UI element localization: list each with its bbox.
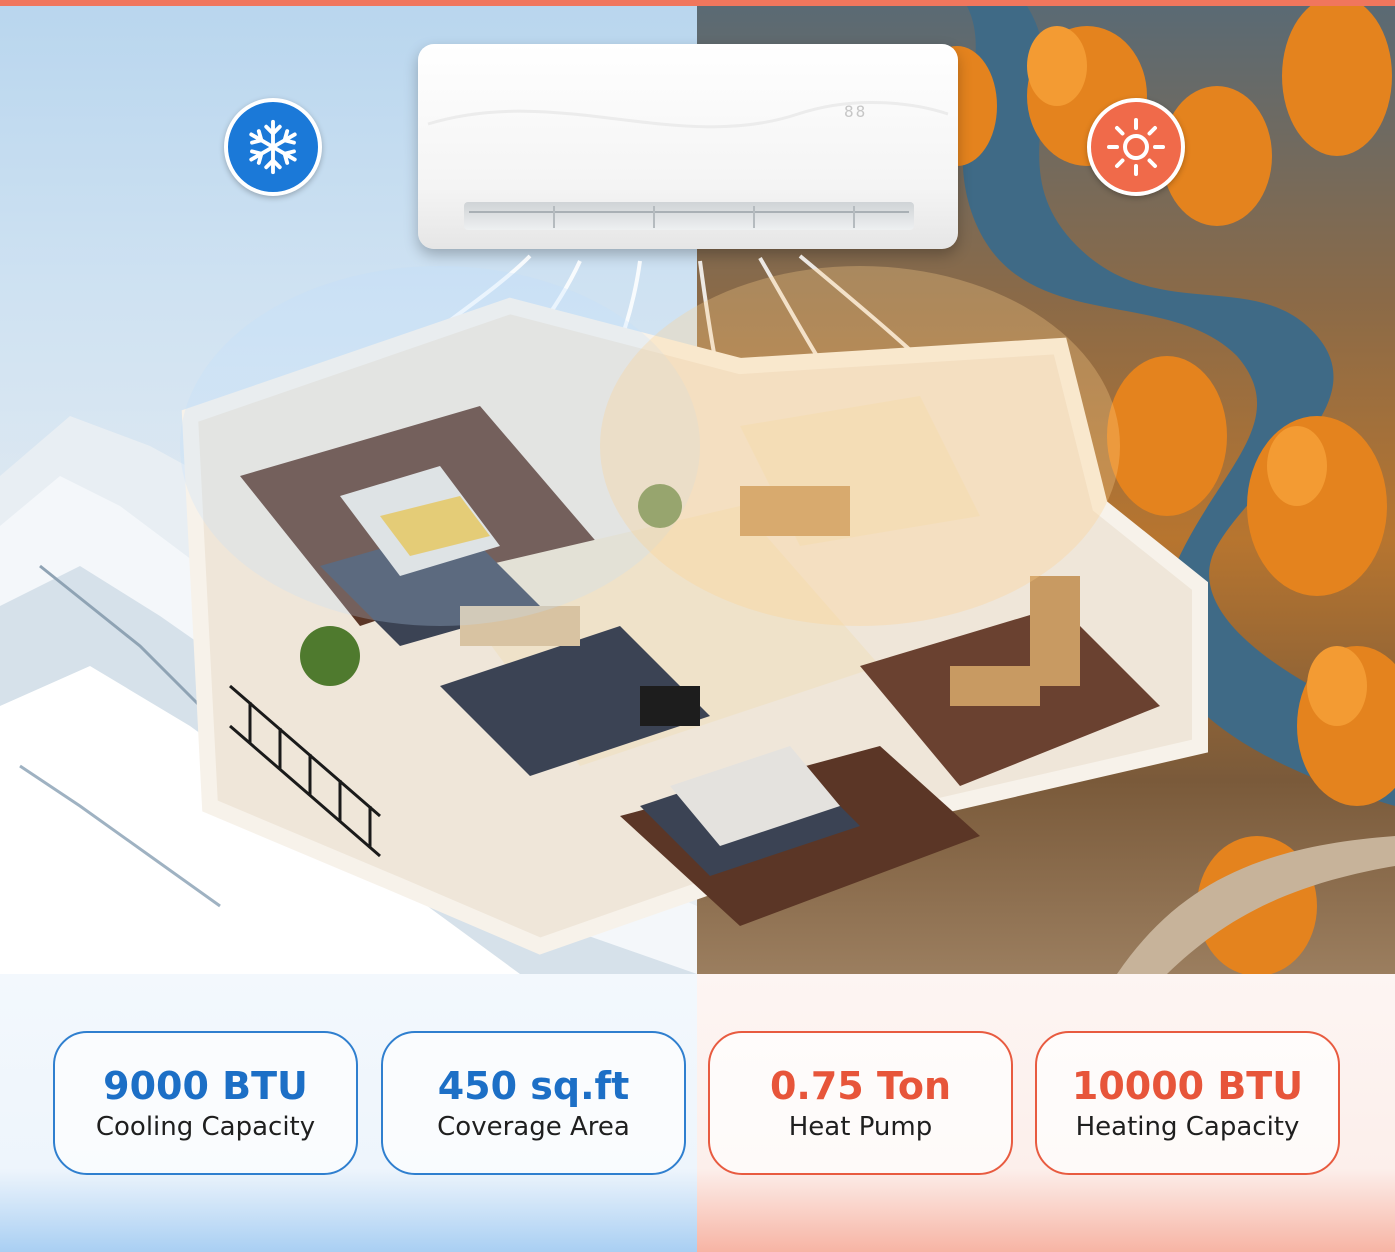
spec-card-cooling-capacity: 9000 BTU Cooling Capacity <box>53 1031 358 1175</box>
spec-label: Heat Pump <box>788 1112 933 1142</box>
cooling-mode-badge <box>224 98 322 196</box>
sun-icon <box>1107 118 1165 176</box>
spec-card-heating-capacity: 10000 BTU Heating Capacity <box>1035 1031 1340 1175</box>
spec-card-heat-pump: 0.75 Ton Heat Pump <box>708 1031 1013 1175</box>
product-scene: 88 <box>0 6 1395 974</box>
ac-air-vent <box>464 202 914 230</box>
air-conditioner-unit: 88 <box>418 44 958 249</box>
spec-value: 450 sq.ft <box>437 1064 630 1108</box>
spec-panel: 9000 BTU Cooling Capacity 450 sq.ft Cove… <box>0 974 1395 1252</box>
spec-label: Heating Capacity <box>1075 1112 1300 1142</box>
spec-value: 0.75 Ton <box>769 1064 952 1108</box>
apartment-floorplan-illustration <box>180 254 1208 955</box>
snowflake-icon <box>249 119 297 175</box>
spec-label: Cooling Capacity <box>95 1112 316 1142</box>
spec-value: 10000 BTU <box>1071 1064 1304 1108</box>
heating-mode-badge <box>1087 98 1185 196</box>
ac-display-readout: 88 <box>844 102 868 121</box>
spec-label: Coverage Area <box>437 1112 630 1142</box>
vent-louvers <box>469 206 909 228</box>
spec-value: 9000 BTU <box>103 1064 308 1108</box>
spec-card-coverage-area: 450 sq.ft Coverage Area <box>381 1031 686 1175</box>
ac-body-curves <box>427 101 949 129</box>
